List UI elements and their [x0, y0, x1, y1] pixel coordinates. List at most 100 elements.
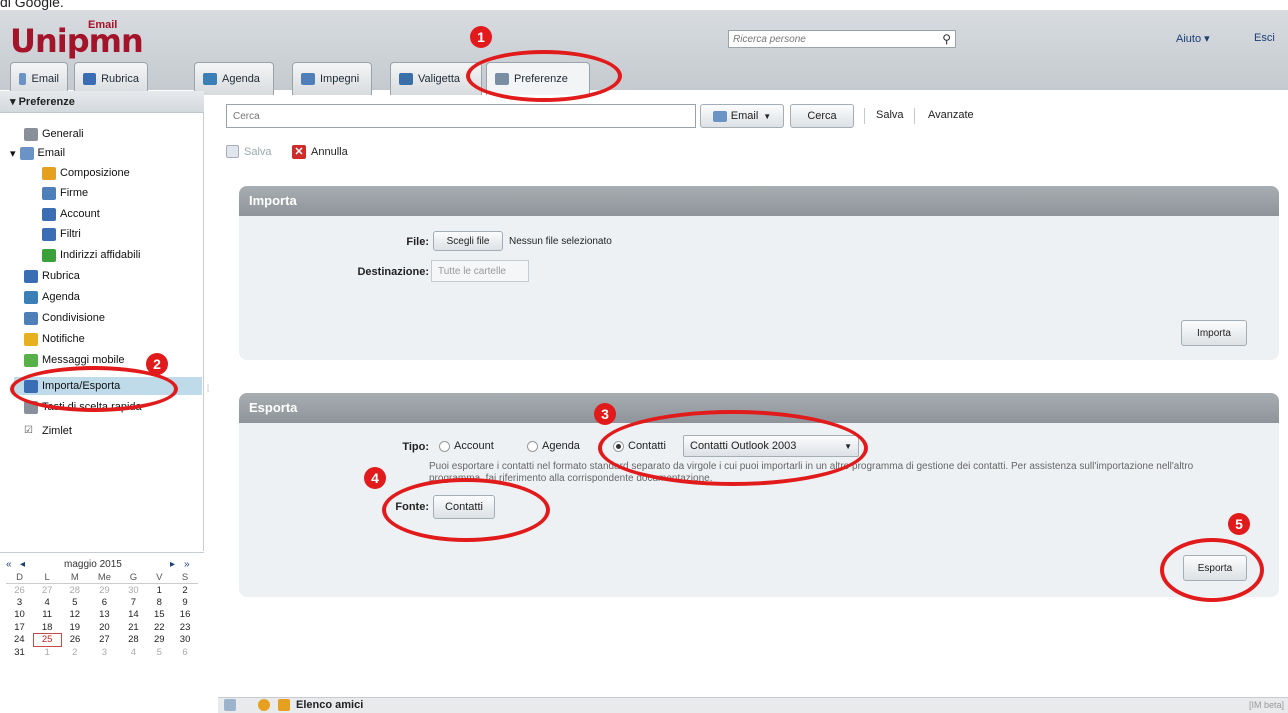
- calendar-day-today[interactable]: 25: [32, 633, 62, 647]
- prev-year-icon[interactable]: «: [6, 559, 12, 570]
- calendar-day[interactable]: 4: [33, 596, 61, 609]
- calendar-day[interactable]: 22: [146, 621, 172, 634]
- calendar-day[interactable]: 9: [172, 596, 198, 609]
- type-radio-contacts[interactable]: Contatti: [613, 440, 666, 452]
- next-year-icon[interactable]: »: [184, 559, 190, 570]
- status-icon[interactable]: [258, 699, 270, 711]
- search-box[interactable]: [226, 104, 696, 128]
- calendar-day[interactable]: 28: [61, 584, 88, 597]
- radio-icon[interactable]: [527, 440, 538, 452]
- type-radio-calendar[interactable]: Agenda: [527, 440, 580, 452]
- calendar-day[interactable]: 17: [6, 621, 33, 634]
- calendar-day[interactable]: 3: [6, 596, 33, 609]
- sidebar-item-composition[interactable]: Composizione: [42, 164, 130, 182]
- calendar-day[interactable]: 24: [6, 634, 33, 647]
- calendar-day[interactable]: 30: [172, 634, 198, 647]
- radio-icon[interactable]: [439, 440, 450, 452]
- sidebar-header[interactable]: ▾ Preferenze: [0, 91, 204, 113]
- calendar-day[interactable]: 5: [146, 646, 172, 659]
- calendar-day[interactable]: 2: [61, 646, 88, 659]
- sidebar-item-zimlet[interactable]: ☑ Zimlet: [24, 422, 72, 440]
- sidebar-item-trusted-addresses[interactable]: Indirizzi affidabili: [42, 246, 141, 264]
- calendar-day[interactable]: 26: [6, 584, 33, 597]
- search-icon[interactable]: ⚲: [942, 32, 951, 46]
- collapse-arrow-icon[interactable]: ▾: [10, 96, 16, 108]
- sidebar-item-shortcuts[interactable]: Tasti di scelta rapida: [24, 398, 142, 416]
- calendar-day[interactable]: 27: [33, 584, 61, 597]
- help-menu[interactable]: Aiuto ▾: [1176, 32, 1210, 45]
- save-search-link[interactable]: Salva: [876, 109, 904, 121]
- calendar-day[interactable]: 20: [88, 621, 120, 634]
- type-label: Tipo:: [402, 441, 429, 453]
- tab-briefcase[interactable]: Valigetta: [390, 62, 482, 95]
- expand-arrow-icon[interactable]: ▾: [10, 147, 16, 160]
- buddy-list-link[interactable]: Elenco amici: [296, 699, 363, 711]
- people-search-input[interactable]: [729, 31, 929, 47]
- calendar-day[interactable]: 3: [88, 646, 120, 659]
- calendar-day[interactable]: 23: [172, 621, 198, 634]
- calendar-day[interactable]: 4: [121, 646, 147, 659]
- calendar-day[interactable]: 6: [172, 646, 198, 659]
- save-button[interactable]: Salva: [226, 145, 272, 158]
- calendar-day[interactable]: 21: [121, 621, 147, 634]
- sidebar-item-notifications[interactable]: Notifiche: [24, 330, 85, 348]
- sidebar-item-account[interactable]: Account: [42, 205, 100, 223]
- sidebar-item-import-export[interactable]: Importa/Esporta: [14, 377, 202, 395]
- tab-preferences[interactable]: Preferenze: [486, 62, 590, 95]
- radio-icon[interactable]: [613, 440, 624, 452]
- advanced-search-link[interactable]: Avanzate: [928, 109, 974, 121]
- cancel-button[interactable]: ✕ Annulla: [292, 145, 348, 159]
- calendar-day[interactable]: 6: [88, 596, 120, 609]
- calendar-day[interactable]: 2: [172, 584, 198, 597]
- search-scope-dropdown[interactable]: Email ▼: [700, 104, 784, 128]
- prev-month-icon[interactable]: ◂: [20, 559, 25, 570]
- calendar-day[interactable]: 13: [88, 609, 120, 622]
- destination-picker[interactable]: Tutte le cartelle: [431, 260, 529, 282]
- calendar-day[interactable]: 15: [146, 609, 172, 622]
- sidebar-item-contacts[interactable]: Rubrica: [24, 267, 80, 285]
- next-month-icon[interactable]: ▸: [170, 559, 175, 570]
- search-button[interactable]: Cerca: [790, 104, 854, 128]
- calendar-day[interactable]: 31: [6, 646, 33, 659]
- calendar-day[interactable]: 30: [121, 584, 147, 597]
- calendar-day[interactable]: 26: [61, 634, 88, 647]
- type-radio-account[interactable]: Account: [439, 440, 494, 452]
- calendar-day[interactable]: 5: [61, 596, 88, 609]
- tab-calendar[interactable]: Agenda: [194, 62, 274, 95]
- sidebar-item-calendar[interactable]: Agenda: [24, 288, 80, 306]
- calendar-day[interactable]: 29: [88, 584, 120, 597]
- sidebar-item-signatures[interactable]: Firme: [42, 184, 88, 202]
- calendar-day[interactable]: 1: [33, 646, 61, 659]
- sidebar-item-email[interactable]: ▾ Email: [10, 144, 65, 162]
- calendar-day[interactable]: 8: [146, 596, 172, 609]
- calendar-day[interactable]: 18: [33, 621, 61, 634]
- calendar-day[interactable]: 10: [6, 609, 33, 622]
- export-button[interactable]: Esporta: [1183, 555, 1247, 581]
- calendar-day[interactable]: 1: [146, 584, 172, 597]
- sidebar-item-filters[interactable]: Filtri: [42, 225, 81, 243]
- sidebar-item-sharing[interactable]: Condivisione: [24, 309, 105, 327]
- logout-link[interactable]: Esci: [1254, 32, 1275, 44]
- weekday: G: [120, 571, 147, 584]
- sidebar-item-mobile-messages[interactable]: Messaggi mobile: [24, 351, 125, 369]
- search-input[interactable]: [227, 105, 695, 127]
- calendar-day[interactable]: 11: [33, 609, 61, 622]
- people-search-box[interactable]: ⚲: [728, 30, 956, 48]
- calendar-day[interactable]: 27: [88, 634, 120, 647]
- calendar-day[interactable]: 12: [61, 609, 88, 622]
- calendar-month-label[interactable]: maggio 2015: [64, 559, 122, 570]
- calendar-day[interactable]: 19: [61, 621, 88, 634]
- sidebar-splitter[interactable]: ⁞: [204, 360, 212, 420]
- source-picker-button[interactable]: Contatti: [433, 495, 495, 519]
- calendar-day[interactable]: 14: [121, 609, 147, 622]
- calendar-day[interactable]: 28: [121, 634, 147, 647]
- calendar-day[interactable]: 29: [146, 634, 172, 647]
- import-button[interactable]: Importa: [1181, 320, 1247, 346]
- choose-file-button[interactable]: Scegli file: [433, 231, 503, 251]
- calendar-day[interactable]: 16: [172, 609, 198, 622]
- sidebar-item-general[interactable]: Generali: [24, 125, 84, 143]
- chat-icon[interactable]: [224, 699, 236, 711]
- export-format-dropdown[interactable]: Contatti Outlook 2003 ▼: [683, 435, 859, 457]
- calendar-day[interactable]: 7: [121, 596, 147, 609]
- tab-tasks[interactable]: Impegni: [292, 62, 372, 95]
